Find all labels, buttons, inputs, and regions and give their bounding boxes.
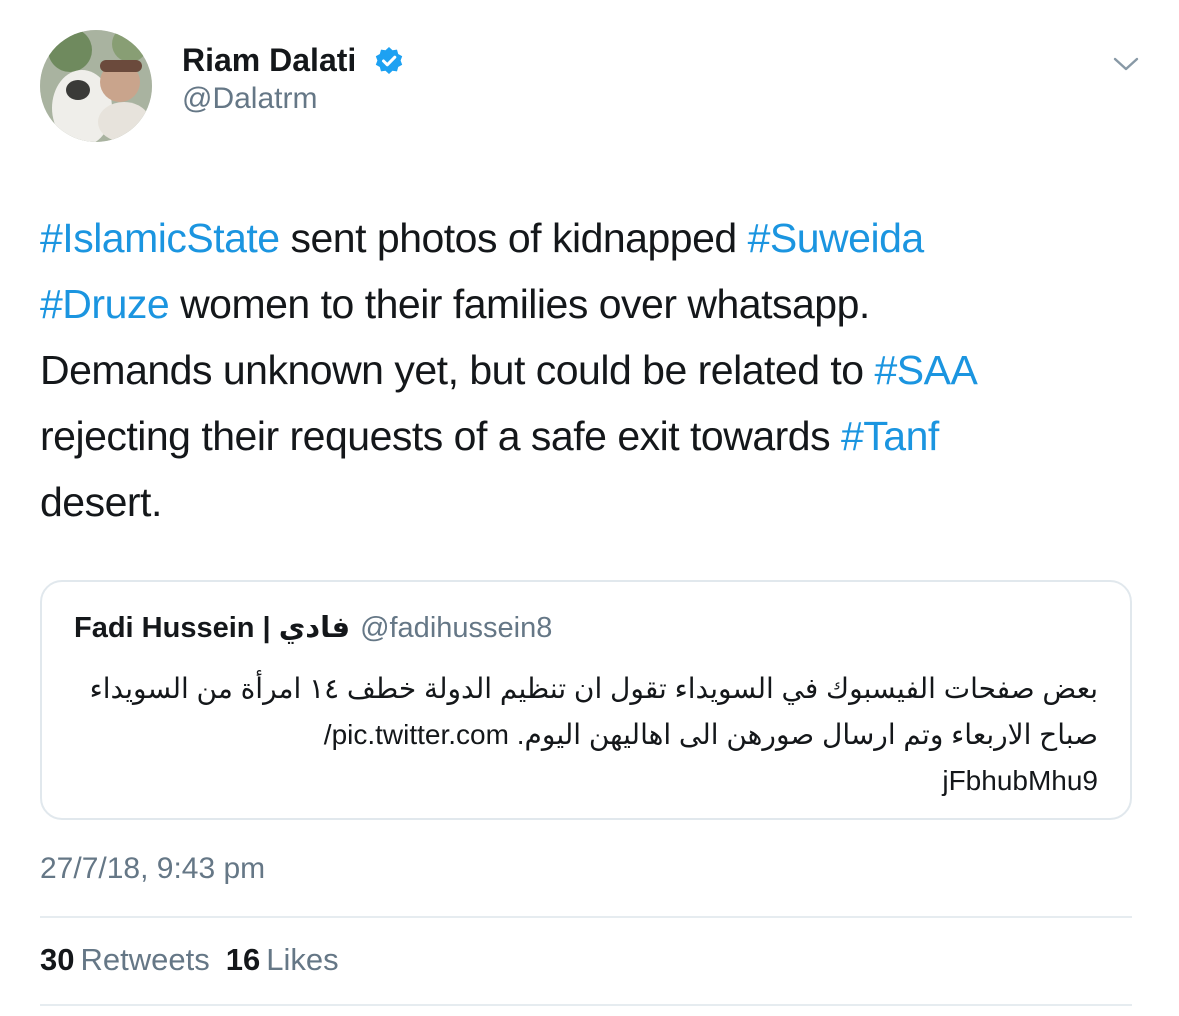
quoted-author-handle: @fadihussein8 [360, 612, 553, 644]
quoted-text-line: بعض صفحات الفيسبوك في السويداء تقول ان ت… [89, 673, 1098, 704]
likes-stat[interactable]: 16 Likes [226, 942, 355, 977]
tweet-text-segment: women to their families over whatsapp. [169, 281, 870, 327]
tweet-text-line: #Druze women to their families over what… [40, 271, 1140, 337]
quoted-author-name: Fadi Hussein | فادي [74, 612, 351, 644]
tweet-timestamp[interactable]: 27/7/18, 9:43 pm [40, 852, 265, 886]
tweet-text: #IslamicState sent photos of kidnapped #… [40, 205, 1140, 535]
quoted-text-line: صباح الاربعاء وتم ارسال صورهن الى اهاليه… [323, 719, 1098, 750]
tweet-text-segment: rejecting their requests of a safe exit … [40, 413, 841, 459]
retweets-count: 30 [40, 942, 75, 977]
tweet-stats: 30 Retweets 16 Likes [40, 942, 355, 978]
divider [40, 916, 1132, 918]
verified-badge-icon [375, 47, 403, 74]
tweet-detail: Riam Dalati @Dalatrm #IslamicState sent … [0, 0, 1179, 1016]
hashtag-link[interactable]: #Suweida [748, 215, 925, 261]
quoted-tweet[interactable]: Fadi Hussein | فادي @fadihussein8 بعض صفح… [40, 580, 1132, 820]
hashtag-link[interactable]: #Druze [40, 281, 170, 327]
retweets-stat[interactable]: 30 Retweets [40, 942, 226, 977]
author-handle[interactable]: @Dalatrm [182, 82, 317, 116]
tweet-text-line: #IslamicState sent photos of kidnapped #… [40, 205, 1140, 271]
chevron-down-icon[interactable] [1112, 54, 1140, 74]
tweet-text-segment: desert. [40, 479, 162, 525]
divider [40, 1004, 1132, 1006]
likes-label: Likes [266, 942, 339, 977]
hashtag-link[interactable]: #IslamicState [40, 215, 280, 261]
hashtag-link[interactable]: #Tanf [841, 413, 939, 459]
quoted-tweet-header: Fadi Hussein | فادي @fadihussein8 [74, 610, 552, 645]
tweet-text-segment: sent photos of kidnapped [279, 215, 748, 261]
quoted-tweet-text: بعض صفحات الفيسبوك في السويداء تقول ان ت… [68, 666, 1098, 804]
retweets-label: Retweets [80, 942, 210, 977]
avatar[interactable] [40, 30, 152, 142]
tweet-text-line: desert. [40, 469, 1140, 535]
author-display-name[interactable]: Riam Dalati [182, 42, 356, 79]
tweet-text-line: rejecting their requests of a safe exit … [40, 403, 1140, 469]
tweet-text-segment: Demands unknown yet, but could be relate… [40, 347, 875, 393]
tweet-text-line: Demands unknown yet, but could be relate… [40, 337, 1140, 403]
hashtag-link[interactable]: #SAA [874, 347, 977, 393]
quoted-text-line: jFbhubMhu9 [942, 765, 1098, 796]
likes-count: 16 [225, 942, 261, 977]
